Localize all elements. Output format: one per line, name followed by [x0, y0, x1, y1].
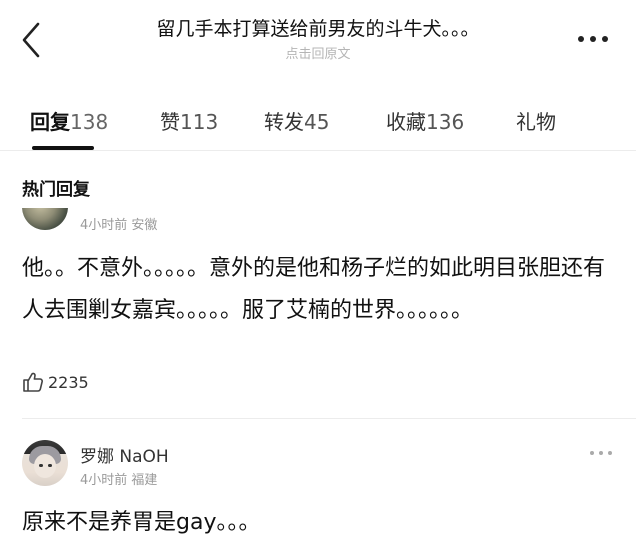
like-count: 2235: [48, 373, 89, 392]
tab-bar: 回复138 赞113 转发45 收藏136 礼物: [0, 96, 636, 152]
more-options-icon[interactable]: [578, 28, 614, 48]
top-bar: 留几手本打算送给前男友的斗牛犬。。。 点击回原文: [0, 0, 636, 72]
divider: [22, 418, 636, 419]
tab-replies[interactable]: 回复138: [30, 106, 108, 135]
tab-label: 转发: [264, 110, 304, 134]
comment-more-icon[interactable]: [590, 448, 614, 458]
tab-label: 回复: [30, 110, 70, 134]
section-title: 热门回复: [22, 180, 90, 200]
comment-meta: 4小时前 安徽: [80, 218, 158, 233]
avatar[interactable]: [22, 208, 68, 230]
divider: [0, 150, 636, 151]
tab-favorites[interactable]: 收藏136: [386, 106, 464, 135]
tab-label: 收藏: [386, 110, 426, 134]
view-original-link[interactable]: 点击回原文: [60, 43, 576, 62]
post-title[interactable]: 留几手本打算送给前男友的斗牛犬。。。: [60, 14, 576, 41]
tab-label: 赞: [160, 110, 180, 134]
avatar[interactable]: [22, 440, 68, 486]
comment-text: 他。。不意外。。。。。意外的是他和杨子烂的如此明目张胆还有人去围剿女嘉宾。。。。…: [22, 256, 606, 323]
tab-gifts[interactable]: 礼物: [516, 106, 556, 135]
tab-count: 113: [180, 110, 219, 134]
tab-count: 45: [304, 110, 330, 134]
username[interactable]: 罗娜 NaOH: [80, 442, 169, 467]
back-icon[interactable]: [18, 20, 50, 60]
thumbs-up-icon: [23, 372, 43, 392]
comment-meta: 4小时前 福建: [80, 473, 158, 488]
tab-reposts[interactable]: 转发45: [264, 106, 329, 135]
tab-count: 136: [426, 110, 465, 134]
tab-label: 礼物: [516, 110, 556, 134]
tab-likes[interactable]: 赞113: [160, 106, 218, 135]
comment-text: 原来不是养胃是gay。。。: [22, 510, 261, 535]
tab-count: 138: [70, 110, 109, 134]
